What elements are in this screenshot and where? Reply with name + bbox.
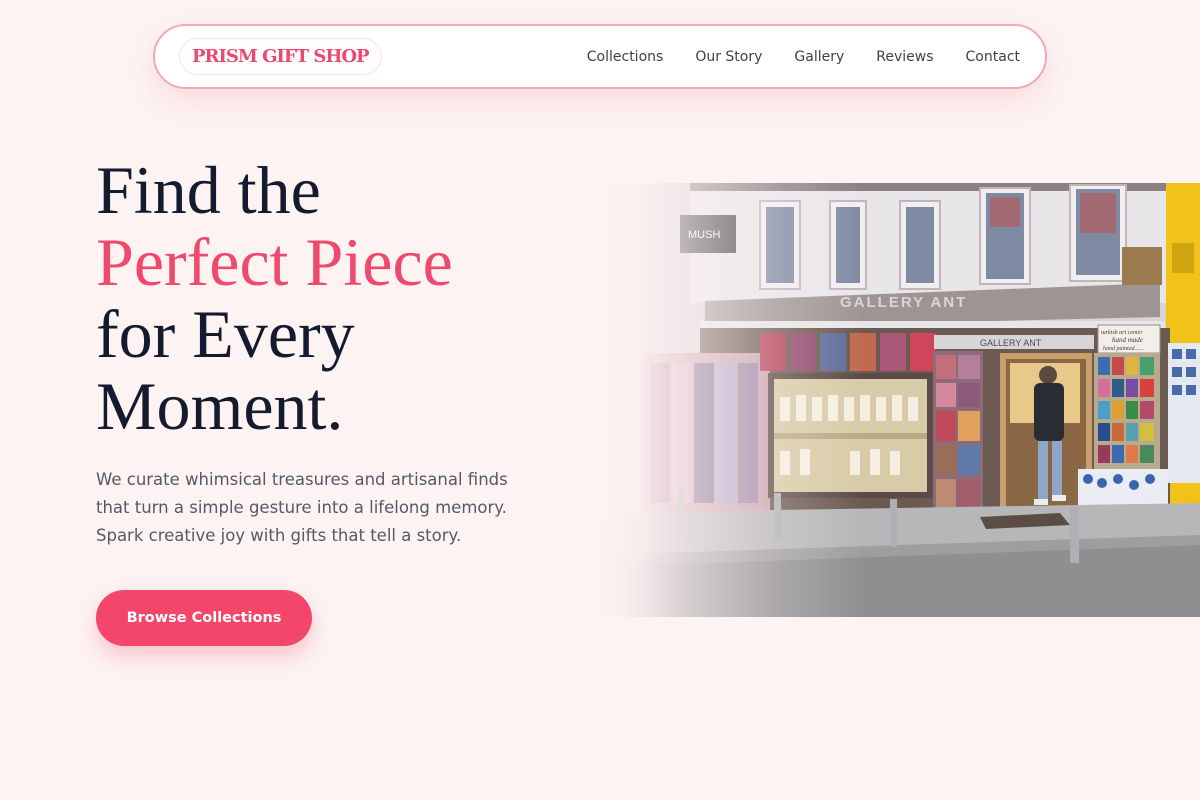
hero-title: Find the Perfect Piece for Every Moment.: [96, 154, 616, 442]
hero-description-line-3: Spark creative joy with gifts that tell …: [96, 526, 462, 545]
hero-title-line-4: Moment.: [96, 368, 344, 444]
nav-link-collections[interactable]: Collections: [587, 49, 664, 65]
top-navigation: PRISM GIFT SHOP Collections Our Story Ga…: [153, 24, 1047, 89]
shopfront-photo: MUSH GALLERY ANT GALLERY ANT turkish art…: [600, 183, 1200, 617]
brand-name: PRISM GIFT SHOP: [192, 46, 370, 67]
window-sign-text: GALLERY ANT: [980, 338, 1042, 348]
hero-title-line-3: for Every: [96, 296, 355, 372]
top-sign-text: MUSH: [688, 229, 720, 241]
board-sign-line-3: hand painted......: [1103, 346, 1144, 352]
board-sign-line-2: hand made: [1112, 336, 1143, 344]
awning-sign-text: GALLERY ANT: [840, 294, 967, 311]
nav-link-reviews[interactable]: Reviews: [876, 49, 933, 65]
hero-title-accent: Perfect Piece: [96, 224, 453, 300]
nav-links: Collections Our Story Gallery Reviews Co…: [587, 49, 1021, 65]
nav-link-our-story[interactable]: Our Story: [695, 49, 762, 65]
nav-link-gallery[interactable]: Gallery: [794, 49, 844, 65]
hero-description: We curate whimsical treasures and artisa…: [96, 466, 536, 550]
hero-description-line-1: We curate whimsical treasures and artisa…: [96, 470, 508, 489]
brand-logo[interactable]: PRISM GIFT SHOP: [179, 38, 382, 75]
hero-description-line-2: that turn a simple gesture into a lifelo…: [96, 498, 507, 517]
browse-collections-button[interactable]: Browse Collections: [96, 590, 312, 646]
hero-title-line-1: Find the: [96, 152, 321, 228]
nav-link-contact[interactable]: Contact: [966, 49, 1020, 65]
